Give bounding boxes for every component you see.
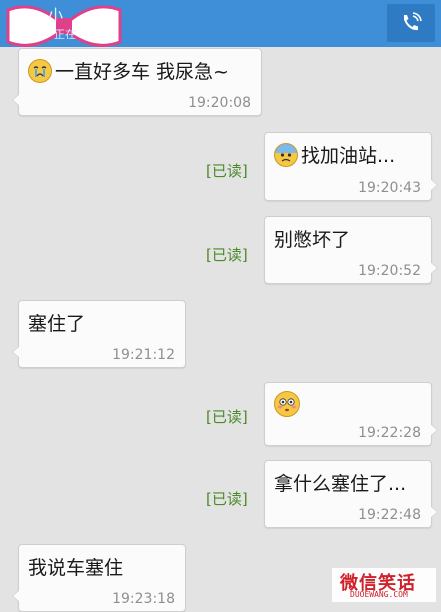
message-bubble-outgoing[interactable]: 别憋坏了 19:20:52 — [264, 216, 438, 284]
message-bubble-incoming[interactable]: 一直好多车 我尿急~ 19:20:08 — [12, 48, 262, 116]
watermark-url: DUOEWANG.COM — [350, 590, 408, 599]
contact-status: 正在 — [54, 28, 76, 41]
voice-call-button[interactable] — [387, 4, 435, 42]
message-timestamp: 19:20:52 — [358, 263, 421, 279]
message-bubble-incoming[interactable]: 我说车塞住 19:23:18 — [12, 544, 186, 612]
read-status: [已读] — [206, 490, 248, 508]
message-text: 我说车塞住 — [28, 557, 124, 579]
chat-header: 小 正在 — [0, 0, 441, 47]
message-timestamp: 19:20:43 — [358, 180, 421, 196]
message-timestamp: 19:22:48 — [358, 507, 421, 523]
message-text: 别憋坏了 — [274, 229, 351, 251]
read-status: [已读] — [206, 162, 248, 180]
message-timestamp: 19:21:12 — [112, 347, 175, 363]
message-bubble-incoming[interactable]: 塞住了 19:21:12 — [12, 300, 186, 368]
message-text: 塞住了 — [28, 313, 86, 335]
message-text: 拿什么塞住了... — [274, 473, 407, 495]
message-timestamp: 19:20:08 — [188, 95, 251, 111]
message-timestamp: 19:22:28 — [358, 425, 421, 441]
message-bubble-outgoing[interactable]: 19:22:28 — [264, 382, 438, 446]
message-bubble-outgoing[interactable]: 找加油站... 19:20:43 — [264, 132, 438, 201]
anxious-sweat-face-icon — [274, 142, 298, 167]
flushed-face-icon — [274, 391, 300, 417]
phone-call-icon — [404, 12, 422, 31]
site-watermark: 微信笑话 DUOEWANG.COM — [332, 568, 436, 602]
read-status: [已读] — [206, 408, 248, 426]
crying-face-icon — [28, 58, 52, 83]
message-text: 一直好多车 我尿急~ — [55, 61, 229, 83]
message-text: 找加油站... — [301, 145, 396, 167]
contact-name: 小 — [48, 6, 64, 24]
message-bubble-outgoing[interactable]: 拿什么塞住了... 19:22:48 — [264, 460, 438, 528]
read-status: [已读] — [206, 246, 248, 264]
